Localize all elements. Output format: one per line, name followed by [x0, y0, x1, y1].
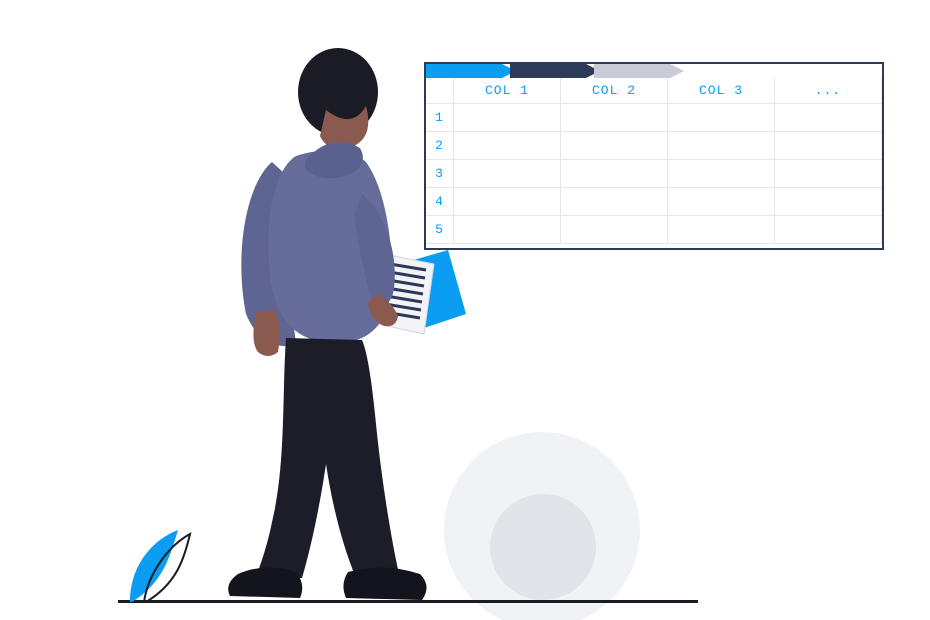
grid-cell[interactable]: [454, 132, 561, 160]
grid-cell[interactable]: [454, 216, 561, 244]
col-header[interactable]: ...: [775, 78, 882, 104]
grid-cell[interactable]: [561, 216, 668, 244]
grid-cell[interactable]: [775, 216, 882, 244]
grid-cell[interactable]: [454, 188, 561, 216]
grid-cell[interactable]: [454, 104, 561, 132]
grid-cell[interactable]: [668, 216, 775, 244]
grid-cell[interactable]: [561, 188, 668, 216]
col-header[interactable]: COL 1: [454, 78, 561, 104]
sheet-tab-3[interactable]: [594, 64, 670, 78]
grid-cell[interactable]: [775, 160, 882, 188]
grid-cell[interactable]: [775, 188, 882, 216]
sheet-tab-2[interactable]: [510, 64, 586, 78]
grid-cell[interactable]: [668, 160, 775, 188]
spreadsheet-grid: COL 1 COL 2 COL 3 ... 1 2 3 4: [426, 78, 882, 244]
col-header[interactable]: COL 2: [561, 78, 668, 104]
grid-cell[interactable]: [561, 132, 668, 160]
person-illustration: [186, 44, 446, 602]
spreadsheet-panel: COL 1 COL 2 COL 3 ... 1 2 3 4: [424, 62, 884, 250]
grid-cell[interactable]: [668, 188, 775, 216]
grid-cell[interactable]: [454, 160, 561, 188]
grid-cell[interactable]: [561, 104, 668, 132]
illustration-stage: COL 1 COL 2 COL 3 ... 1 2 3 4: [0, 0, 930, 620]
grid-cell[interactable]: [668, 132, 775, 160]
grid-cell[interactable]: [775, 104, 882, 132]
col-header[interactable]: COL 3: [668, 78, 775, 104]
grid-cell[interactable]: [561, 160, 668, 188]
bg-circle-small: [490, 494, 596, 600]
grid-cell[interactable]: [775, 132, 882, 160]
sheet-tabs: [426, 64, 882, 78]
leaf-icon: [124, 526, 194, 604]
grid-cell[interactable]: [668, 104, 775, 132]
